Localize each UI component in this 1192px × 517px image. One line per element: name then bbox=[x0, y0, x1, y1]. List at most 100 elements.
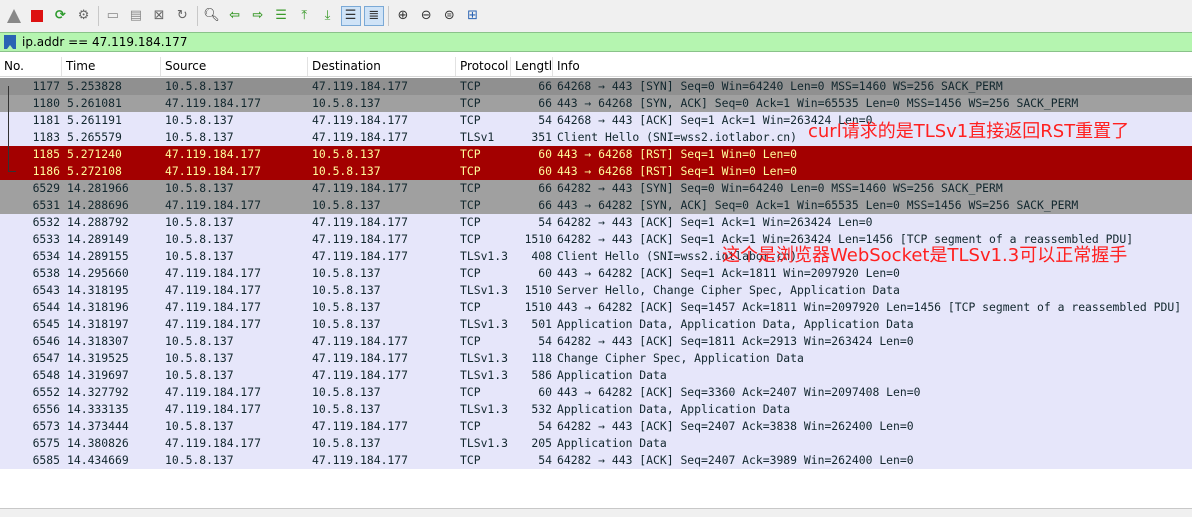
packet-row[interactable]: 1186 5.272108 47.119.184.177 10.5.8.137 TCP 6… bbox=[0, 163, 1192, 180]
packet-destination: 10.5.8.137 bbox=[312, 283, 381, 297]
packet-row[interactable]: 6548 14.319697 10.5.8.137 47.119.184.177 TLS… bbox=[0, 367, 1192, 384]
packet-destination: 10.5.8.137 bbox=[312, 402, 381, 416]
go-last-icon[interactable]: ⤓ bbox=[317, 6, 337, 26]
packet-source: 10.5.8.137 bbox=[165, 130, 234, 144]
packet-row[interactable]: 6545 14.318197 47.119.184.177 10.5.8.137 TLS… bbox=[0, 316, 1192, 333]
packet-source: 47.119.184.177 bbox=[165, 198, 262, 212]
packet-time: 14.318307 bbox=[67, 334, 129, 348]
packet-length: 60 bbox=[538, 147, 552, 161]
packet-length: 54 bbox=[538, 453, 552, 467]
zoom-in-icon[interactable]: ⊕ bbox=[393, 6, 413, 26]
find-packet-icon[interactable]: 🔍︎ bbox=[202, 6, 222, 26]
column-header-protocol[interactable]: Protocol bbox=[456, 57, 511, 76]
save-file-icon[interactable]: ▤ bbox=[126, 6, 146, 26]
packet-destination: 10.5.8.137 bbox=[312, 147, 381, 161]
packet-row[interactable]: 6531 14.288696 47.119.184.177 10.5.8.137 TCP… bbox=[0, 197, 1192, 214]
packet-destination: 10.5.8.137 bbox=[312, 164, 381, 178]
packet-no: 6538 bbox=[32, 266, 60, 280]
packet-info: 443 → 64282 [SYN, ACK] Seq=0 Ack=1 Win=6… bbox=[557, 198, 1079, 212]
packet-no: 6585 bbox=[32, 453, 60, 467]
packet-source: 47.119.184.177 bbox=[165, 164, 262, 178]
restart-capture-icon[interactable]: ⟳ bbox=[50, 6, 70, 26]
packet-row[interactable]: 6552 14.327792 47.119.184.177 10.5.8.137 TCP… bbox=[0, 384, 1192, 401]
packet-time: 14.318196 bbox=[67, 300, 129, 314]
column-header-time[interactable]: Time bbox=[62, 57, 161, 76]
packet-info: 443 → 64282 [ACK] Seq=1 Ack=1811 Win=209… bbox=[557, 266, 900, 280]
column-header-source[interactable]: Source bbox=[161, 57, 308, 76]
packet-list-header: No. Time Source Destination Protocol Len… bbox=[0, 57, 1192, 77]
colorize-icon[interactable]: ≣ bbox=[363, 6, 384, 26]
packet-row[interactable]: 6532 14.288792 10.5.8.137 47.119.184.177 TCP… bbox=[0, 214, 1192, 231]
curl-annotation: curl请求的是TLSv1直接返回RST重置了 bbox=[808, 121, 1130, 142]
autoscroll-icon[interactable]: ☰ bbox=[340, 6, 361, 26]
packet-row[interactable]: 6573 14.373444 10.5.8.137 47.119.184.177 TCP… bbox=[0, 418, 1192, 435]
packet-info: Server Hello, Change Cipher Spec, Applic… bbox=[557, 283, 900, 297]
capture-options-icon[interactable]: ⚙ bbox=[74, 6, 94, 26]
reload-icon[interactable]: ↻ bbox=[172, 6, 192, 26]
packet-destination: 47.119.184.177 bbox=[312, 351, 409, 365]
packet-destination: 47.119.184.177 bbox=[312, 453, 409, 467]
toolbar-separator bbox=[196, 6, 198, 26]
zoom-out-icon[interactable]: ⊖ bbox=[416, 6, 436, 26]
packet-no: 6534 bbox=[32, 249, 60, 263]
packet-info: 64282 → 443 [ACK] Seq=1811 Ack=2913 Win=… bbox=[557, 334, 914, 348]
normal-size-icon[interactable]: ⊜ bbox=[439, 6, 459, 26]
packet-row[interactable]: 6543 14.318195 47.119.184.177 10.5.8.137 TLS… bbox=[0, 282, 1192, 299]
packet-protocol: TLSv1.3 bbox=[460, 402, 509, 416]
packet-no: 6545 bbox=[32, 317, 60, 331]
packet-length: 1510 bbox=[524, 300, 552, 314]
packet-length: 54 bbox=[538, 113, 552, 127]
packet-destination: 10.5.8.137 bbox=[312, 436, 381, 450]
column-header-info[interactable]: Info bbox=[553, 57, 1192, 76]
close-file-icon[interactable]: ⊠ bbox=[149, 6, 169, 26]
packet-row[interactable]: 1180 5.261081 47.119.184.177 10.5.8.137 TCP 6… bbox=[0, 95, 1192, 112]
packet-time: 14.319525 bbox=[67, 351, 129, 365]
packet-no: 6532 bbox=[32, 215, 60, 229]
packet-source: 10.5.8.137 bbox=[165, 334, 234, 348]
packet-time: 14.319697 bbox=[67, 368, 129, 382]
stop-capture-icon[interactable] bbox=[27, 6, 47, 26]
packet-row[interactable]: 6538 14.295660 47.119.184.177 10.5.8.137 TCP… bbox=[0, 265, 1192, 282]
packet-row[interactable]: 6575 14.380826 47.119.184.177 10.5.8.137 TLS… bbox=[0, 435, 1192, 452]
packet-length: 501 bbox=[531, 317, 552, 331]
packet-info: Change Cipher Spec, Application Data bbox=[557, 351, 804, 365]
packet-length: 205 bbox=[531, 436, 552, 450]
open-file-icon[interactable]: ▭ bbox=[103, 6, 123, 26]
packet-no: 6573 bbox=[32, 419, 60, 433]
packet-row[interactable]: 1185 5.271240 47.119.184.177 10.5.8.137 TCP 6… bbox=[0, 146, 1192, 163]
packet-length: 66 bbox=[538, 198, 552, 212]
packet-protocol: TCP bbox=[460, 181, 481, 195]
go-back-icon[interactable]: ⇦ bbox=[225, 6, 245, 26]
go-forward-icon[interactable]: ⇨ bbox=[248, 6, 268, 26]
packet-row[interactable]: 6556 14.333135 47.119.184.177 10.5.8.137 TLS… bbox=[0, 401, 1192, 418]
go-first-icon[interactable]: ⤒ bbox=[294, 6, 314, 26]
column-header-destination[interactable]: Destination bbox=[308, 57, 456, 76]
display-filter-bar[interactable]: ip.addr == 47.119.184.177 bbox=[0, 32, 1192, 52]
packet-source: 10.5.8.137 bbox=[165, 368, 234, 382]
packet-row[interactable]: 6529 14.281966 10.5.8.137 47.119.184.177 TCP… bbox=[0, 180, 1192, 197]
packet-destination: 10.5.8.137 bbox=[312, 96, 381, 110]
bookmark-icon[interactable] bbox=[4, 35, 16, 49]
packet-length: 66 bbox=[538, 181, 552, 195]
packet-row[interactable]: 6547 14.319525 10.5.8.137 47.119.184.177 TLS… bbox=[0, 350, 1192, 367]
packet-time: 14.318195 bbox=[67, 283, 129, 297]
packet-row[interactable]: 6546 14.318307 10.5.8.137 47.119.184.177 TCP… bbox=[0, 333, 1192, 350]
packet-source: 47.119.184.177 bbox=[165, 96, 262, 110]
toolbar-separator bbox=[97, 6, 99, 26]
packet-source: 47.119.184.177 bbox=[165, 147, 262, 161]
display-filter-input[interactable]: ip.addr == 47.119.184.177 bbox=[22, 33, 187, 51]
shark-fin-icon[interactable] bbox=[4, 6, 24, 26]
resize-columns-icon[interactable]: ⊞ bbox=[463, 6, 483, 26]
go-to-packet-icon[interactable]: ☰ bbox=[271, 6, 291, 26]
packet-time: 14.295660 bbox=[67, 266, 129, 280]
packet-no: 6533 bbox=[32, 232, 60, 246]
packet-row[interactable]: 6585 14.434669 10.5.8.137 47.119.184.177 TCP… bbox=[0, 452, 1192, 469]
browser-annotation: 这个是浏览器WebSocket是TLSv1.3可以正常握手 bbox=[722, 245, 1128, 266]
packet-length: 54 bbox=[538, 334, 552, 348]
column-header-length[interactable]: Lengtl bbox=[511, 57, 553, 76]
packet-protocol: TLSv1.3 bbox=[460, 368, 509, 382]
packet-row[interactable]: 1177 5.253828 10.5.8.137 47.119.184.177 TCP 6… bbox=[0, 78, 1192, 95]
packet-row[interactable]: 6544 14.318196 47.119.184.177 10.5.8.137 TCP… bbox=[0, 299, 1192, 316]
column-header-no[interactable]: No. bbox=[0, 57, 62, 76]
packet-source: 47.119.184.177 bbox=[165, 300, 262, 314]
